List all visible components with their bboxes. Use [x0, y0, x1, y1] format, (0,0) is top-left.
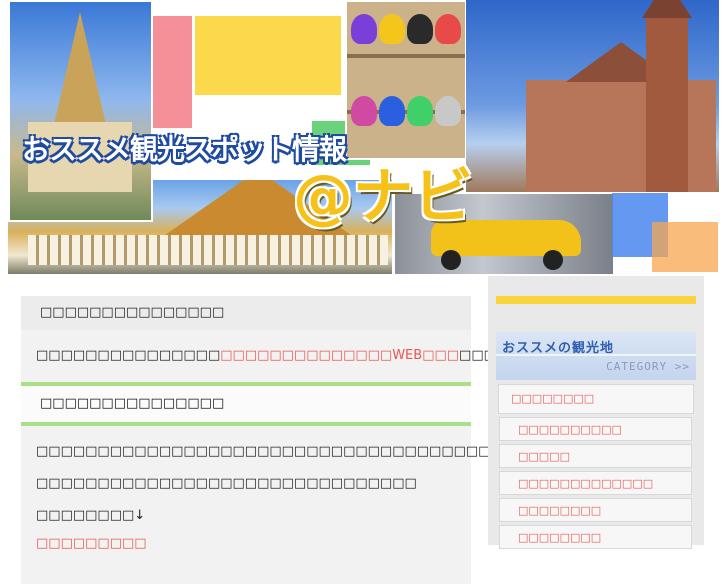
- sidebar-item[interactable]: □□□□□□□□: [499, 525, 692, 549]
- sidebar-item[interactable]: □□□□□□□□□□□□□: [499, 471, 692, 495]
- sidebar-item[interactable]: □□□□□□□□□□: [499, 417, 692, 441]
- box2-paragraph: □□□□□□□□□□□□□□□□□□□□□□□□□□□□□□□: [36, 476, 417, 491]
- sidebar-item-label: □□□□□□□□: [518, 504, 602, 517]
- box2-title: □□□□□□□□□□□□□□□: [21, 386, 471, 422]
- site-logo[interactable]: @ナビ: [293, 148, 473, 235]
- box1-body: □□□□□□□□□□□□□□□□□□□□□□□□□□□□□WEB□□□□□□□□…: [21, 330, 619, 382]
- sidebar-item[interactable]: □□□□□□□□: [499, 498, 692, 522]
- box1-link[interactable]: □□□□□□□□□□□□□□WEB□□□: [220, 348, 459, 363]
- main-content: □□□□□□□□□□□□□□□ □□□□□□□□□□□□□□□□□□□□□□□□…: [21, 296, 651, 584]
- orange-block: [652, 222, 718, 272]
- box1-text: □□□□□□□□□□□□□□□: [36, 348, 221, 363]
- sidebar-category-header: おススメの観光地 CATEGORY >>: [496, 332, 696, 380]
- castle-photo: [466, 0, 719, 192]
- sidebar-accent-bar: [496, 296, 696, 304]
- sidebar-item-label: □□□□□□□□: [518, 531, 602, 544]
- pink-block: [152, 16, 192, 128]
- box1-title: □□□□□□□□□□□□□□□: [21, 296, 471, 330]
- divider: [496, 354, 696, 356]
- box2-link[interactable]: □□□□□□□□□: [36, 536, 456, 551]
- sidebar-item-category[interactable]: □□□□□□□□: [498, 384, 694, 414]
- header-banner: おススメ観光スポット情報 @ナビ: [0, 0, 727, 276]
- category-label: CATEGORY >>: [606, 360, 690, 373]
- wigs-photo: [345, 0, 467, 160]
- temple-photo: [8, 0, 153, 222]
- sidebar-item-label: □□□□□□□□□□: [518, 423, 622, 436]
- box2-body: □□□□□□□□□□□□□□□□□□□□□□□□□□□□□□□□□□□□□□□□…: [21, 426, 651, 584]
- sidebar-item[interactable]: □□□□□: [499, 444, 692, 468]
- sidebar: おススメの観光地 CATEGORY >> □□□□□□□□ □□□□□□□□□□…: [488, 276, 704, 549]
- yellow-block: [195, 16, 341, 95]
- sidebar-item-label: □□□□□: [518, 450, 570, 463]
- sidebar-item-label: □□□□□□□□: [511, 392, 595, 405]
- box2-paragraph: □□□□□□□□↓: [36, 508, 146, 523]
- box2-paragraph: □□□□□□□□□□□□□□□□□□□□□□□□□□□□□□□□□□□□□□□□…: [36, 444, 651, 459]
- sidebar-item-label: □□□□□□□□□□□□□: [518, 477, 654, 490]
